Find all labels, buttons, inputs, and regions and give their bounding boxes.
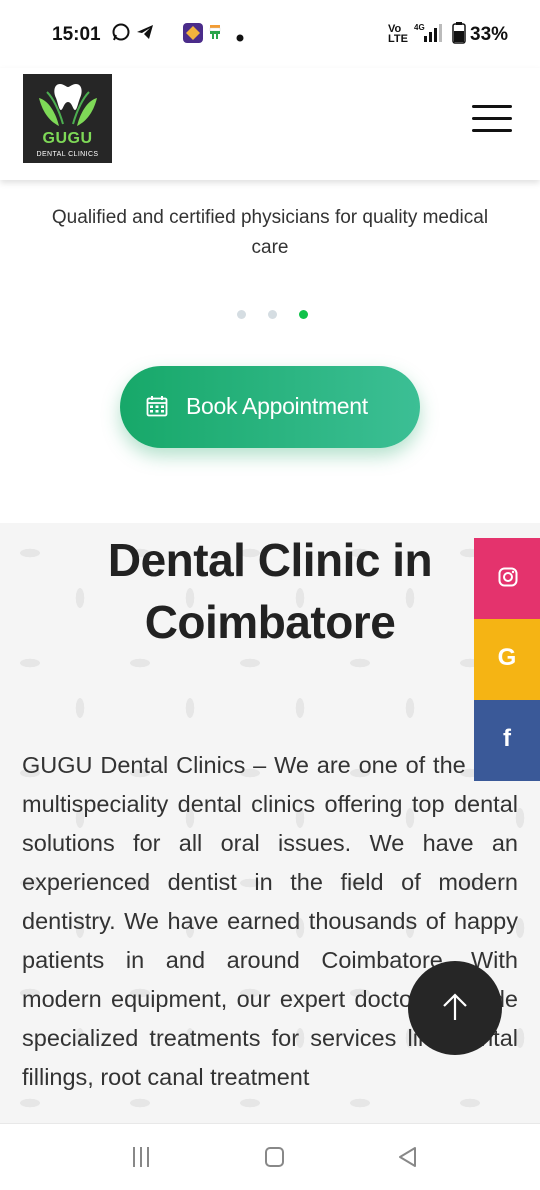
book-appointment-label: Book Appointment <box>186 393 368 419</box>
section-title: Dental Clinic in Coimbatore <box>107 534 433 648</box>
telegram-icon <box>135 22 155 47</box>
home-icon <box>265 1147 284 1167</box>
back-icon <box>399 1147 416 1167</box>
book-appointment-button[interactable]: Book Appointment <box>120 366 420 448</box>
scroll-to-top-button[interactable] <box>408 961 502 1055</box>
slider-dot-active[interactable] <box>299 310 308 319</box>
flag-icon <box>208 22 222 45</box>
facebook-icon: f <box>503 725 511 752</box>
battery-percent: 33% <box>470 24 509 45</box>
svg-text:4G: 4G <box>414 23 425 32</box>
logo-subtitle: DENTAL CLINICS <box>36 151 99 158</box>
network-indicator: Vo LTE <box>388 23 408 45</box>
status-bar: 15:01 Vo LTE 4G 33% <box>0 0 540 68</box>
gugu-logo[interactable]: GUGU DENTAL CLINICS <box>23 74 112 163</box>
arrow-up-icon <box>443 993 467 1020</box>
status-time: 15:01 <box>52 24 101 45</box>
google-icon: G <box>497 644 517 671</box>
logo-name: GUGU <box>42 130 93 147</box>
facebook-link[interactable]: f <box>474 700 540 781</box>
calendar-icon <box>146 396 168 417</box>
google-link[interactable]: G <box>474 619 540 700</box>
app-icon <box>182 22 204 49</box>
instagram-icon <box>498 567 518 587</box>
tooth-leaf-icon <box>39 84 97 126</box>
slider-dot[interactable] <box>268 310 277 319</box>
battery-icon <box>452 22 466 49</box>
slide-description: Qualified and certified physicians for q… <box>51 207 489 258</box>
hamburger-menu-icon[interactable] <box>472 102 512 132</box>
slider-dot[interactable] <box>237 310 246 319</box>
site-header: GUGU DENTAL CLINICS <box>0 68 540 180</box>
system-nav-bar <box>0 1123 540 1190</box>
home-button[interactable] <box>260 1144 290 1170</box>
recent-apps-icon <box>133 1147 149 1167</box>
signal-icon: 4G <box>414 22 444 49</box>
dot-icon <box>236 26 244 47</box>
instagram-link[interactable] <box>474 538 540 619</box>
recent-apps-button[interactable] <box>126 1144 156 1170</box>
back-button[interactable] <box>393 1144 423 1170</box>
whatsapp-icon <box>111 22 131 47</box>
